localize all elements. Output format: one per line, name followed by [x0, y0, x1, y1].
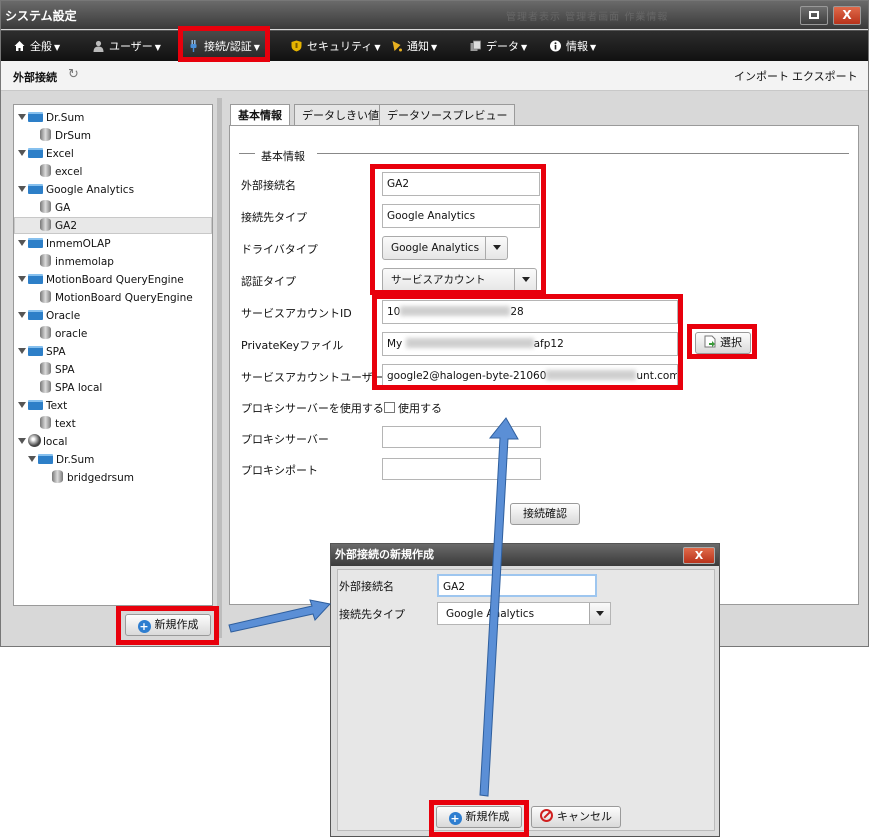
arrow-to-dialog — [228, 599, 331, 633]
arrow-to-fields — [479, 417, 519, 797]
annotation-arrows — [228, 417, 519, 797]
